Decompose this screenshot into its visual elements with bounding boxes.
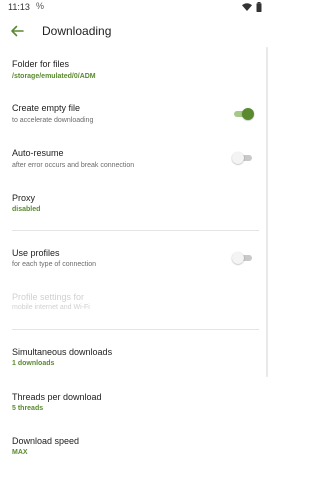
- threads-per-download-setting[interactable]: Threads per download 5 threads: [0, 385, 270, 421]
- setting-title: Create empty file: [12, 103, 81, 113]
- setting-summary: disabled: [12, 206, 41, 213]
- download-speed-setting[interactable]: Download speed MAX: [0, 429, 270, 465]
- status-icons: [242, 2, 262, 12]
- simultaneous-downloads-setting[interactable]: Simultaneous downloads 1 downloads: [0, 340, 270, 376]
- divider: [12, 329, 259, 330]
- profile-settings-setting: Profile settings for mobile internet and…: [0, 285, 270, 321]
- setting-title: Download speed: [12, 436, 80, 446]
- setting-summary: for each type of connection: [12, 261, 97, 268]
- setting-summary: /storage/emulated/0/ADM: [12, 73, 96, 80]
- switch-thumb: [232, 252, 244, 264]
- back-arrow-icon[interactable]: [8, 22, 26, 40]
- toolbar: Downloading: [0, 18, 270, 46]
- auto-resume-setting[interactable]: Auto-resume after error occurs and break…: [0, 140, 270, 180]
- folder-for-files-setting[interactable]: Folder for files /storage/emulated/0/ADM: [0, 52, 270, 88]
- setting-summary: MAX: [12, 449, 28, 456]
- battery-icon: [256, 2, 262, 12]
- use-profiles-setting[interactable]: Use profiles for each type of connection: [0, 240, 270, 280]
- setting-title: Simultaneous downloads: [12, 347, 113, 357]
- create-empty-file-setting[interactable]: Create empty file to accelerate download…: [0, 95, 270, 135]
- status-time: 11:13: [8, 2, 30, 12]
- switch-thumb: [242, 108, 254, 120]
- setting-title: Profile settings for: [12, 292, 85, 302]
- auto-resume-switch[interactable]: [232, 152, 254, 164]
- switch-thumb: [232, 152, 244, 164]
- setting-title: Threads per download: [12, 392, 102, 402]
- setting-title: Folder for files: [12, 59, 70, 69]
- setting-title: Auto-resume: [12, 148, 64, 158]
- setting-summary: to accelerate downloading: [12, 117, 94, 124]
- notification-icon: %: [36, 1, 45, 11]
- create-empty-file-switch[interactable]: [232, 108, 254, 120]
- use-profiles-switch[interactable]: [232, 252, 254, 264]
- proxy-setting[interactable]: Proxy disabled: [0, 186, 270, 222]
- setting-summary: mobile internet and Wi-Fi: [12, 304, 90, 311]
- page-title: Downloading: [42, 24, 112, 38]
- status-bar: 11:13 %: [0, 0, 270, 14]
- setting-title: Proxy: [12, 193, 36, 203]
- setting-summary: 5 threads: [12, 405, 44, 412]
- setting-summary: 1 downloads: [12, 360, 55, 367]
- divider: [12, 230, 259, 231]
- setting-title: Use profiles: [12, 248, 60, 258]
- wifi-icon: [242, 3, 252, 11]
- setting-summary: after error occurs and break connection: [12, 162, 135, 169]
